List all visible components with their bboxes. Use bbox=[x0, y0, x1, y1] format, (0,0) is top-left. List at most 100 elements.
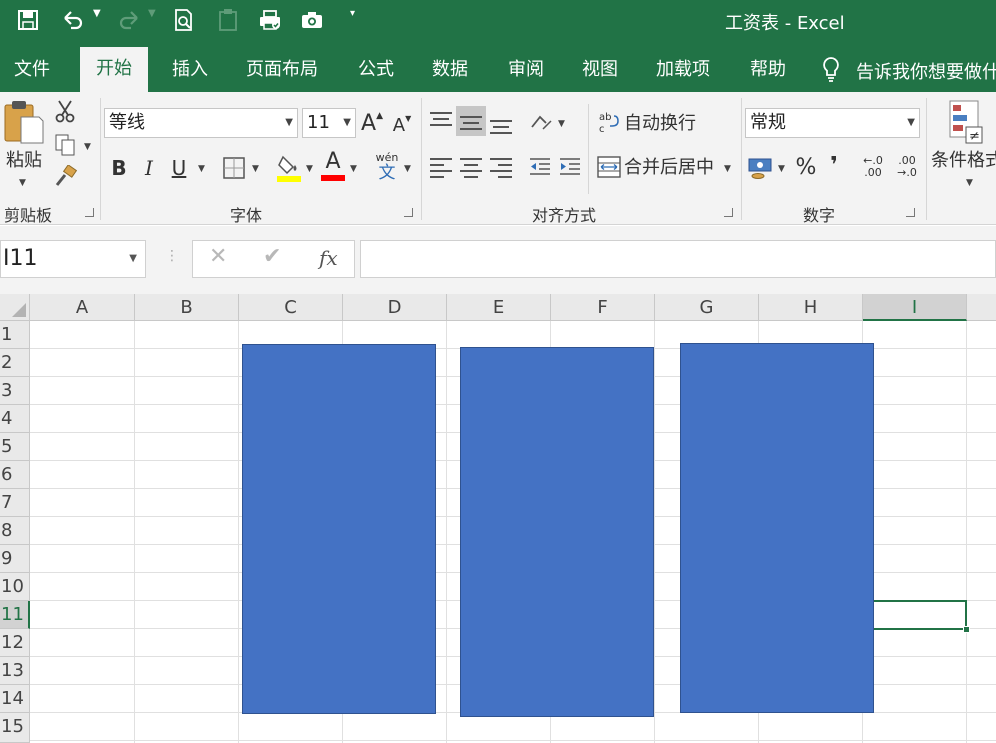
name-box[interactable]: I11 ▼ bbox=[0, 240, 146, 278]
column-header[interactable]: D bbox=[343, 294, 447, 321]
fill-color-icon[interactable] bbox=[276, 152, 302, 184]
tab-review[interactable]: 审阅 bbox=[508, 48, 544, 92]
fill-color-dropdown-icon[interactable]: ▼ bbox=[306, 164, 313, 174]
font-color-dropdown-icon[interactable]: ▼ bbox=[350, 164, 357, 174]
paste-button[interactable]: 粘贴 bbox=[2, 148, 46, 171]
paste-dropdown-icon[interactable]: ▼ bbox=[19, 178, 26, 188]
font-color-button[interactable]: A bbox=[320, 150, 346, 182]
row-header[interactable]: 2 bbox=[0, 349, 30, 377]
shrink-font-button[interactable]: A ▼ bbox=[390, 110, 414, 140]
save-icon[interactable] bbox=[14, 6, 42, 34]
column-header[interactable]: C bbox=[239, 294, 343, 321]
column-header[interactable]: B bbox=[135, 294, 239, 321]
number-format-combo[interactable]: 常规 ▼ bbox=[745, 108, 920, 138]
fill-handle[interactable] bbox=[963, 626, 970, 633]
underline-button[interactable]: U bbox=[168, 154, 190, 182]
row-header[interactable]: 3 bbox=[0, 377, 30, 405]
customize-toolbar-icon[interactable]: ▾ bbox=[350, 8, 355, 19]
insert-function-button[interactable]: fx bbox=[319, 246, 338, 270]
row-header[interactable]: 14 bbox=[0, 685, 30, 713]
row-header[interactable]: 15 bbox=[0, 713, 30, 743]
row-header[interactable]: 5 bbox=[0, 433, 30, 461]
merge-center-button[interactable]: 合并后居中 bbox=[624, 152, 714, 180]
conditional-formatting-button[interactable]: 条件格式 bbox=[931, 148, 996, 171]
accounting-dropdown-icon[interactable]: ▼ bbox=[778, 164, 785, 174]
wrap-text-button[interactable]: 自动换行 bbox=[624, 108, 696, 136]
select-all-button[interactable] bbox=[0, 294, 30, 321]
font-launcher-icon[interactable] bbox=[404, 208, 413, 217]
align-right-icon[interactable] bbox=[490, 158, 512, 182]
print-preview-icon[interactable] bbox=[170, 6, 198, 34]
borders-icon[interactable] bbox=[222, 154, 246, 182]
tab-page-layout[interactable]: 页面布局 bbox=[246, 48, 318, 92]
row-header[interactable]: 8 bbox=[0, 517, 30, 545]
column-header[interactable]: H bbox=[759, 294, 863, 321]
active-cell-I11[interactable] bbox=[862, 600, 967, 630]
format-painter-icon[interactable] bbox=[52, 164, 78, 190]
merge-center-icon[interactable] bbox=[597, 154, 621, 180]
tab-file[interactable]: 文件 bbox=[14, 48, 50, 92]
cut-icon[interactable] bbox=[52, 98, 78, 124]
alignment-launcher-icon[interactable] bbox=[724, 208, 733, 217]
row-header[interactable]: 13 bbox=[0, 657, 30, 685]
enter-check-icon[interactable]: ✔ bbox=[263, 244, 281, 269]
orientation-icon[interactable] bbox=[528, 108, 554, 136]
row-header[interactable]: 12 bbox=[0, 629, 30, 657]
rectangle-shape-1[interactable] bbox=[242, 344, 436, 714]
borders-dropdown-icon[interactable]: ▼ bbox=[252, 164, 259, 174]
decrease-decimal-button[interactable]: .00 →.0 bbox=[892, 152, 922, 182]
font-size-combo[interactable]: 11 ▼ bbox=[302, 108, 356, 138]
column-header[interactable] bbox=[967, 294, 996, 321]
tab-home[interactable]: 开始 bbox=[80, 47, 148, 92]
row-header[interactable]: 6 bbox=[0, 461, 30, 489]
row-header[interactable]: 1 bbox=[0, 321, 30, 349]
column-header[interactable]: A bbox=[30, 294, 135, 321]
formula-input[interactable] bbox=[360, 240, 996, 278]
conditional-dropdown-icon[interactable]: ▼ bbox=[966, 178, 973, 188]
row-header[interactable]: 7 bbox=[0, 489, 30, 517]
clipboard-launcher-icon[interactable] bbox=[85, 208, 94, 217]
column-header[interactable]: F bbox=[551, 294, 655, 321]
undo-icon[interactable] bbox=[58, 6, 88, 34]
phonetic-button[interactable]: wén 文 bbox=[374, 150, 400, 184]
tab-add-ins[interactable]: 加载项 bbox=[656, 48, 710, 92]
rectangle-shape-2[interactable] bbox=[460, 347, 654, 717]
tab-insert[interactable]: 插入 bbox=[172, 48, 208, 92]
underline-dropdown-icon[interactable]: ▼ bbox=[198, 164, 205, 174]
row-header[interactable]: 9 bbox=[0, 545, 30, 573]
percent-button[interactable]: % bbox=[794, 152, 818, 182]
row-header[interactable]: 10 bbox=[0, 573, 30, 601]
column-header-selected[interactable]: I bbox=[863, 294, 967, 321]
row-header-selected[interactable]: 11 bbox=[0, 601, 30, 629]
row-header[interactable]: 4 bbox=[0, 405, 30, 433]
tab-help[interactable]: 帮助 bbox=[750, 48, 786, 92]
align-left-icon[interactable] bbox=[430, 158, 452, 182]
undo-dropdown-icon[interactable]: ▼ bbox=[93, 8, 101, 19]
phonetic-dropdown-icon[interactable]: ▼ bbox=[404, 164, 411, 174]
worksheet-grid[interactable]: A B C D E F G H I 1 2 3 4 5 6 7 8 9 10 1… bbox=[0, 294, 996, 743]
font-name-combo[interactable]: 等线 ▼ bbox=[104, 108, 298, 138]
column-header[interactable]: E bbox=[447, 294, 551, 321]
align-center-icon[interactable] bbox=[460, 158, 482, 182]
tab-formulas[interactable]: 公式 bbox=[358, 48, 394, 92]
tab-data[interactable]: 数据 bbox=[432, 48, 468, 92]
conditional-formatting-icon[interactable]: ≠ bbox=[944, 98, 988, 146]
wrap-text-icon[interactable]: ab c bbox=[598, 110, 620, 134]
decrease-indent-icon[interactable] bbox=[528, 154, 552, 180]
rectangle-shape-3[interactable] bbox=[680, 343, 874, 713]
copy-icon[interactable] bbox=[52, 132, 78, 158]
accounting-format-icon[interactable] bbox=[748, 154, 774, 182]
camera-icon[interactable] bbox=[298, 6, 326, 34]
bold-button[interactable]: B bbox=[108, 154, 130, 182]
merge-dropdown-icon[interactable]: ▼ bbox=[724, 164, 731, 174]
grow-font-button[interactable]: A ▲ bbox=[360, 108, 384, 138]
orientation-dropdown-icon[interactable]: ▼ bbox=[558, 119, 565, 129]
tab-view[interactable]: 视图 bbox=[582, 48, 618, 92]
cancel-icon[interactable]: ✕ bbox=[209, 244, 227, 269]
tell-me-search[interactable]: 告诉我你想要做什 bbox=[856, 58, 996, 84]
italic-button[interactable]: I bbox=[138, 154, 160, 182]
align-bottom-icon[interactable] bbox=[490, 120, 512, 138]
increase-indent-icon[interactable] bbox=[558, 154, 582, 180]
comma-style-button[interactable]: ❜ bbox=[824, 150, 844, 180]
column-header[interactable]: G bbox=[655, 294, 759, 321]
